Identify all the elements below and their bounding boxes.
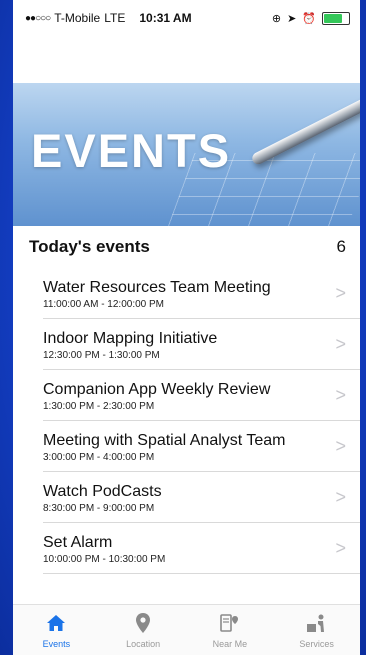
tab-label: Services xyxy=(299,639,334,649)
nav-bar xyxy=(13,36,360,83)
rotation-lock-icon: ⊕ xyxy=(271,12,282,25)
event-time: 8:30:00 PM - 9:00:00 PM xyxy=(43,502,155,514)
tab-label: Near Me xyxy=(212,639,248,649)
signal-strength-icon: ●●○○○ xyxy=(25,12,51,24)
status-bar: ●●○○○ T-Mobile LTE 10:31 AM ⊕ ➤ ⏰ xyxy=(13,0,360,36)
event-name: Set Alarm xyxy=(43,533,113,551)
chevron-right-icon: > xyxy=(335,384,346,405)
event-time: 1:30:00 PM - 2:30:00 PM xyxy=(43,400,155,412)
event-row-podcasts[interactable]: Watch PodCasts 8:30:00 PM - 9:00:00 PM > xyxy=(43,472,360,523)
tab-near-me[interactable]: Near Me xyxy=(187,605,274,655)
carrier-name: T-Mobile xyxy=(54,11,101,25)
events-banner: EVENTS xyxy=(13,83,360,226)
section-title: Today's events xyxy=(29,237,150,256)
home-icon xyxy=(46,613,66,633)
event-name: Watch PodCasts xyxy=(43,482,162,500)
tab-label: Location xyxy=(126,639,161,649)
tab-location[interactable]: Location xyxy=(100,605,187,655)
location-arrow-icon: ➤ xyxy=(287,12,297,25)
near-me-icon xyxy=(220,613,240,633)
battery-icon xyxy=(322,11,350,25)
tab-services[interactable]: Services xyxy=(273,605,360,655)
alarm-icon: ⏰ xyxy=(302,12,316,25)
event-name: Companion App Weekly Review xyxy=(43,380,271,398)
tab-events[interactable]: Events xyxy=(13,605,100,655)
section-header: Today's events 6 xyxy=(13,226,360,268)
chevron-right-icon: > xyxy=(335,435,346,456)
tab-bar: Events Location Near Me Services xyxy=(13,604,360,655)
services-icon xyxy=(306,613,328,633)
chevron-right-icon: > xyxy=(335,537,346,558)
chevron-right-icon: > xyxy=(335,282,346,303)
event-row-companion-app[interactable]: Companion App Weekly Review 1:30:00 PM -… xyxy=(43,370,360,421)
event-name: Meeting with Spatial Analyst Team xyxy=(43,431,286,449)
location-pin-icon xyxy=(136,613,151,633)
event-time: 3:00:00 PM - 4:00:00 PM xyxy=(43,451,155,463)
chevron-right-icon: > xyxy=(335,486,346,507)
event-row-indoor-mapping[interactable]: Indoor Mapping Initiative 12:30:00 PM - … xyxy=(43,319,360,370)
chevron-right-icon: > xyxy=(335,333,346,354)
event-time: 12:30:00 PM - 1:30:00 PM xyxy=(43,349,160,361)
banner-title: EVENTS xyxy=(31,124,232,177)
event-time: 10:00:00 PM - 10:30:00 PM xyxy=(43,553,166,565)
events-list: Water Resources Team Meeting 11:00:00 AM… xyxy=(13,268,360,574)
network-type: LTE xyxy=(104,11,126,25)
event-row-spatial-analyst[interactable]: Meeting with Spatial Analyst Team 3:00:0… xyxy=(43,421,360,472)
event-row-set-alarm[interactable]: Set Alarm 10:00:00 PM - 10:30:00 PM > xyxy=(43,523,360,574)
phone-screen: ●●○○○ T-Mobile LTE 10:31 AM ⊕ ➤ ⏰ EVENTS… xyxy=(13,0,360,655)
event-row-water-resources[interactable]: Water Resources Team Meeting 11:00:00 AM… xyxy=(43,268,360,319)
event-name: Water Resources Team Meeting xyxy=(43,278,271,296)
event-count: 6 xyxy=(336,237,346,256)
tab-label: Events xyxy=(42,639,71,649)
event-time: 11:00:00 AM - 12:00:00 PM xyxy=(43,298,165,310)
event-name: Indoor Mapping Initiative xyxy=(43,329,218,347)
status-time: 10:31 AM xyxy=(139,11,192,25)
